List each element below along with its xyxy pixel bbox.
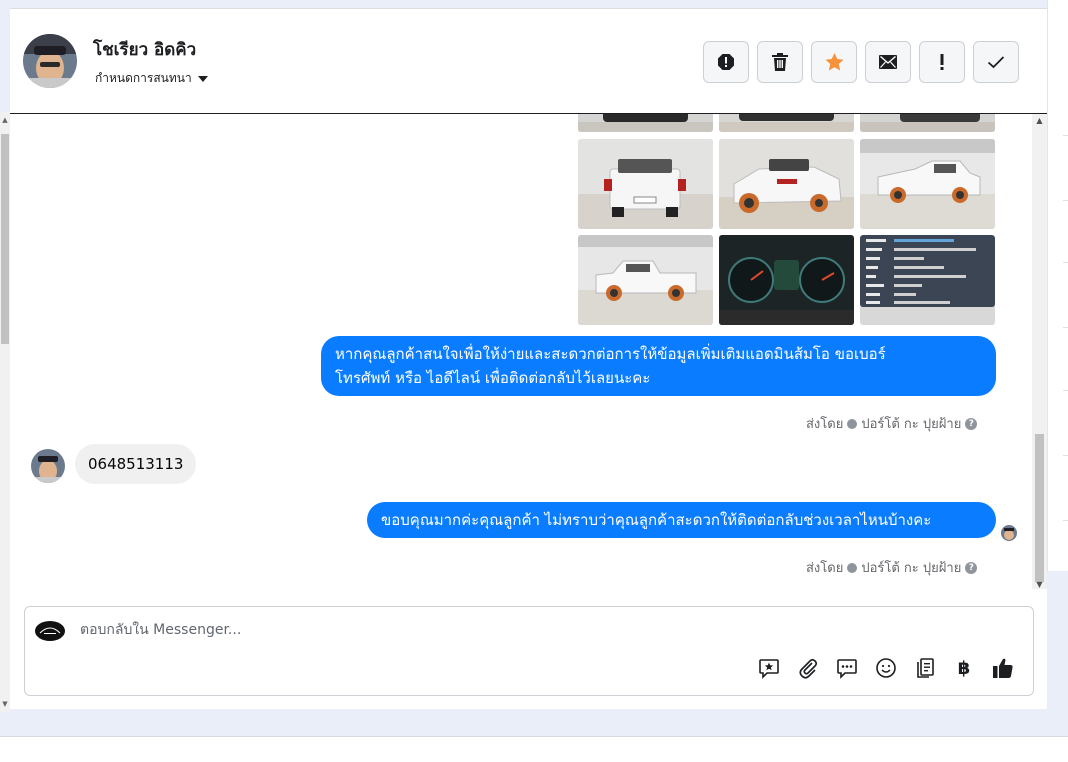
dashboard-photo[interactable] (719, 235, 854, 325)
seen-avatar (1001, 525, 1017, 541)
conversation-actions (703, 41, 1019, 83)
message-thread: หากคุณลูกค้าสนใจเพื่อให้ง่ายและสะดวกต่อก… (10, 114, 1032, 589)
star-icon (825, 53, 843, 71)
reply-input[interactable] (78, 621, 982, 639)
mark-done-button[interactable] (973, 41, 1019, 83)
thumbs-up-icon (993, 658, 1013, 678)
document-stack-icon (917, 658, 934, 678)
emoji-button[interactable] (875, 657, 897, 679)
conversation-header: โชเรียว อิดคิว กำหนดการสนทนา (10, 9, 1047, 114)
verified-icon (847, 418, 858, 429)
trash-icon (772, 53, 788, 71)
exclamation-icon (940, 54, 944, 70)
car-photo[interactable] (578, 235, 713, 325)
help-icon[interactable]: ? (965, 561, 978, 574)
star-bubble-icon (759, 659, 779, 679)
sent-by-info: ส่งโดย ปอร์โต้ กะ ปุยฝ้าย ? (806, 557, 978, 578)
help-icon[interactable]: ? (965, 417, 978, 430)
delete-button[interactable] (757, 41, 803, 83)
incoming-message[interactable]: 0648513113 (75, 444, 197, 484)
smiley-icon (876, 658, 896, 678)
octagon-exclamation-icon (718, 54, 734, 70)
message-line: หากคุณลูกค้าสนใจเพื่อให้ง่ายและสะดวกต่อก… (335, 345, 886, 363)
car-photo[interactable] (860, 139, 995, 229)
scroll-thumb[interactable] (1035, 434, 1044, 582)
assign-label: กำหนดการสนทนา (95, 71, 192, 85)
envelope-icon (879, 55, 897, 69)
quick-reply-button[interactable] (836, 657, 858, 679)
scroll-thumb[interactable] (1, 134, 9, 344)
contact-name[interactable]: โชเรียว อิดคิว (93, 36, 196, 63)
star-button[interactable] (811, 41, 857, 83)
scroll-down-arrow[interactable]: ▼ (1032, 580, 1047, 589)
verified-icon (847, 562, 858, 573)
catalog-button[interactable] (914, 657, 936, 679)
mark-unread-button[interactable] (865, 41, 911, 83)
contact-avatar-small[interactable] (31, 449, 65, 483)
saved-reply-button[interactable] (758, 657, 780, 679)
check-icon (987, 56, 1005, 69)
sent-by-info: ส่งโดย ปอร์โต้ กะ ปุยฝ้าย ? (806, 413, 978, 434)
outgoing-message[interactable]: ขอบคุณมากค่ะคุณลูกค้า ไม่ทราบว่าคุณลูกค้… (367, 502, 996, 538)
composer-toolbar: ฿ (758, 657, 1014, 679)
sent-by-label: ส่งโดย (806, 417, 844, 432)
like-button[interactable] (992, 657, 1014, 679)
assign-conversation-dropdown[interactable]: กำหนดการสนทนา (95, 69, 208, 88)
outgoing-message[interactable]: หากคุณลูกค้าสนใจเพื่อให้ง่ายและสะดวกต่อก… (321, 336, 996, 396)
sender-name: ปอร์โต้ กะ ปุยฝ้าย (861, 561, 962, 576)
payment-button[interactable]: ฿ (953, 657, 975, 679)
follow-up-button[interactable] (919, 41, 965, 83)
spec-sheet-photo[interactable] (860, 235, 995, 325)
thread-scrollbar[interactable]: ▲ ▼ (1032, 114, 1047, 589)
paperclip-icon (799, 658, 818, 679)
caret-down-icon (197, 75, 208, 82)
message-line: โทรศัพท์ หรือ ไอดีไลน์ เพื่อติดต่อกลับไว… (335, 369, 651, 387)
car-photo[interactable] (860, 114, 995, 132)
car-photo[interactable] (719, 114, 854, 132)
scroll-up-arrow[interactable]: ▲ (1032, 116, 1047, 125)
sent-by-label: ส่งโดย (806, 561, 844, 576)
contact-avatar[interactable] (23, 34, 77, 88)
reply-composer: ฿ (24, 606, 1034, 696)
car-photo[interactable] (578, 114, 713, 132)
sender-name: ปอร์โต้ กะ ปุยฝ้าย (861, 417, 962, 432)
conversation-panel: โชเรียว อิดคิว กำหนดการสนทนา หากคุณลูกค้… (10, 8, 1047, 709)
car-photo[interactable] (719, 139, 854, 229)
page-logo (35, 621, 65, 641)
bottom-bar (0, 736, 1068, 762)
baht-icon: ฿ (957, 657, 971, 679)
right-side-panel (1047, 0, 1068, 571)
car-photo[interactable] (578, 139, 713, 229)
left-scrollbar[interactable]: ▲ ▼ (0, 112, 10, 712)
scroll-down-arrow[interactable]: ▼ (0, 700, 10, 708)
chat-dots-icon (837, 659, 857, 679)
spam-button[interactable] (703, 41, 749, 83)
attach-button[interactable] (797, 657, 819, 679)
scroll-up-arrow[interactable]: ▲ (0, 116, 10, 124)
